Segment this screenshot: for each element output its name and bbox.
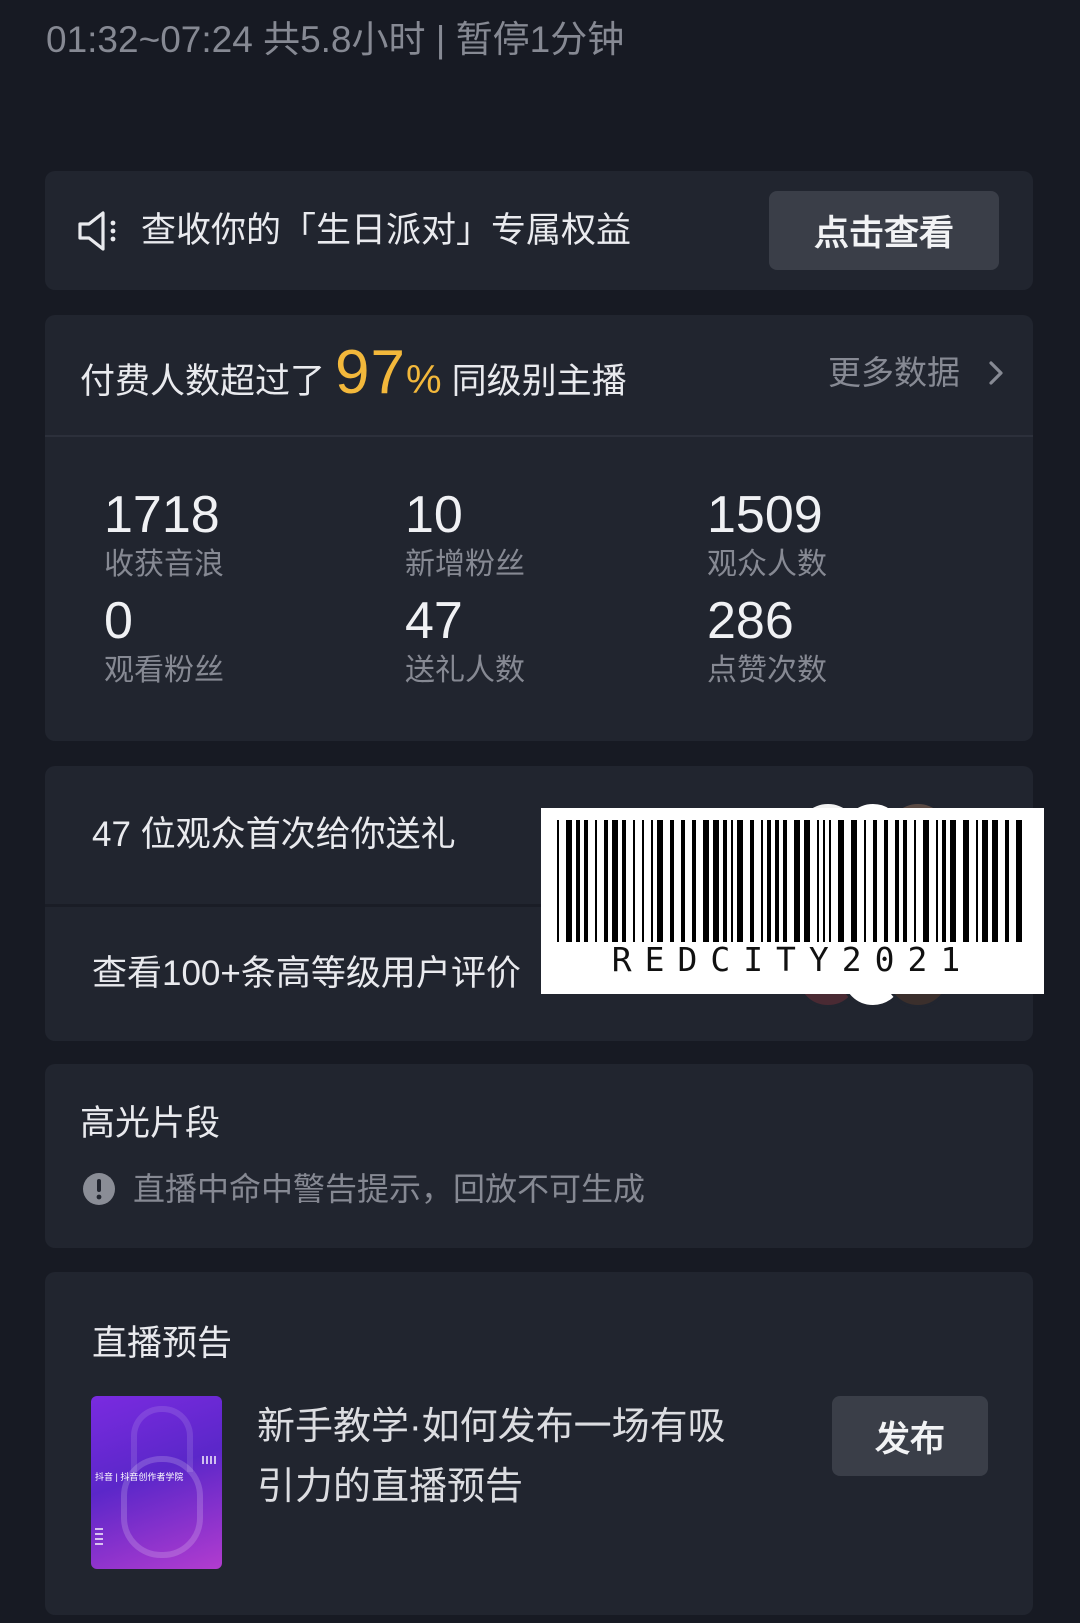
barcode-bar: [817, 820, 819, 942]
stat-label: 送礼人数: [405, 654, 525, 687]
highlights-title: 高光片段: [80, 1104, 221, 1143]
reviews-row[interactable]: 查看100+条高等级用户评价: [92, 951, 521, 997]
first-gift-row[interactable]: 47 位观众首次给你送礼: [92, 812, 456, 858]
barcode-bar: [692, 820, 696, 942]
stat-value: 10: [405, 486, 463, 544]
barcode-bar: [838, 820, 844, 942]
barcode-bar: [731, 820, 733, 942]
replay-warning-text: 直播中命中警告提示，回放不可生成: [133, 1171, 646, 1207]
barcode-bar: [557, 820, 559, 942]
tutorial-thumbnail[interactable]: 抖音 | 抖音创作者学院: [91, 1396, 222, 1569]
highlights-card: 高光片段 直播中命中警告提示，回放不可生成: [45, 1064, 1033, 1248]
barcode-bar: [864, 820, 866, 942]
barcode-bar: [794, 820, 800, 942]
barcode-bar: [584, 820, 588, 942]
barcode-bar: [963, 820, 969, 942]
barcode-bar: [622, 820, 626, 942]
stat-item: 0 观看粉丝: [104, 591, 224, 691]
stat-item: 47 送礼人数: [405, 591, 525, 691]
barcode-bar: [976, 820, 978, 942]
barcode-bar: [914, 820, 916, 942]
barcode-bar: [576, 820, 580, 942]
barcode-bar: [851, 820, 857, 942]
barcode-bar: [823, 820, 825, 942]
barcode-bar: [566, 820, 572, 942]
barcode-bar: [681, 820, 685, 942]
preview-description[interactable]: 新手教学·如何发布一场有吸 引力的直播预告: [257, 1397, 726, 1517]
ranking-suffix: 同级别主播: [451, 362, 627, 401]
thumbnail-decoration: [202, 1456, 216, 1464]
birthday-party-banner[interactable]: 查收你的「生日派对」专属权益 点击查看: [45, 171, 1033, 290]
ranking-percent-value: 97: [335, 338, 406, 407]
barcode-bar: [604, 820, 608, 942]
barcode-bar: [950, 820, 956, 942]
barcode-bar: [942, 820, 946, 942]
barcode-bars: [557, 820, 1022, 942]
barcode-bar: [767, 820, 771, 942]
barcode-bar: [723, 820, 727, 942]
stat-value: 1509: [707, 486, 823, 544]
stat-label: 点赞次数: [707, 654, 827, 687]
ranking-percent-sign: %: [405, 358, 442, 402]
barcode-bar: [713, 820, 719, 942]
barcode-bar: [936, 820, 938, 942]
speaker-icon: [78, 211, 116, 251]
view-benefits-button[interactable]: 点击查看: [769, 191, 999, 270]
stat-value: 286: [707, 592, 794, 650]
barcode-bar: [982, 820, 988, 942]
stat-item: 10 新增粉丝: [405, 485, 525, 585]
stat-label: 观众人数: [707, 548, 827, 581]
barcode-text: REDCITY2021: [611, 940, 974, 979]
barcode-bar: [657, 820, 663, 942]
barcode-bar: [633, 820, 635, 942]
chevron-right-icon[interactable]: [985, 358, 1007, 388]
barcode-bar: [783, 820, 787, 942]
barcode-bar: [750, 820, 754, 942]
barcode-bar: [884, 820, 888, 942]
session-summary: 01:32~07:24 共5.8小时 | 暂停1分钟: [46, 19, 625, 60]
publish-button[interactable]: 发布: [832, 1396, 988, 1476]
barcode-bar: [612, 820, 618, 942]
stat-label: 新增粉丝: [405, 548, 525, 581]
barcode-bar: [895, 820, 899, 942]
thumbnail-decoration: [95, 1528, 103, 1548]
paid-ranking-summary: 付费人数超过了 97 % 同级别主播: [80, 333, 627, 413]
stat-item: 1718 收获音浪: [104, 485, 224, 585]
stat-label: 观看粉丝: [104, 654, 224, 687]
barcode-bar: [595, 820, 597, 942]
banner-text: 查收你的「生日派对」专属权益: [141, 211, 632, 250]
barcode-bar: [992, 820, 998, 942]
exclamation-circle-icon: [83, 1173, 115, 1205]
barcode-bar: [670, 820, 674, 942]
stat-value: 0: [104, 592, 133, 650]
barcode-bar: [923, 820, 929, 942]
barcode-bar: [1016, 820, 1022, 942]
barcode-bar: [651, 820, 653, 942]
barcode-bar: [873, 820, 877, 942]
live-stats-card: 付费人数超过了 97 % 同级别主播 更多数据 1718 收获音浪 10 新增粉…: [45, 315, 1033, 741]
preview-title: 直播预告: [92, 1324, 233, 1363]
preview-description-line: 引力的直播预告: [257, 1466, 524, 1508]
barcode-bar: [903, 820, 907, 942]
barcode-watermark: REDCITY2021: [541, 808, 1044, 994]
section-divider: [45, 435, 1033, 437]
barcode-bar: [642, 820, 644, 942]
more-data-link[interactable]: 更多数据: [828, 351, 960, 395]
stat-value: 1718: [104, 486, 220, 544]
stat-item: 286 点赞次数: [707, 591, 827, 691]
barcode-bar: [737, 820, 743, 942]
ranking-prefix: 付费人数超过了: [80, 362, 326, 401]
thumbnail-logo-text: 抖音 | 抖音创作者学院: [95, 1472, 184, 1482]
preview-description-line: 新手教学·如何发布一场有吸: [257, 1406, 726, 1448]
live-preview-card: 直播预告 抖音 | 抖音创作者学院 新手教学·如何发布一场有吸 引力的直播预告 …: [45, 1272, 1033, 1615]
barcode-bar: [804, 820, 810, 942]
stat-label: 收获音浪: [104, 548, 224, 581]
barcode-bar: [761, 820, 763, 942]
stat-item: 1509 观众人数: [707, 485, 827, 585]
barcode-bar: [829, 820, 831, 942]
barcode-bar: [703, 820, 709, 942]
stat-value: 47: [405, 592, 463, 650]
barcode-bar: [775, 820, 779, 942]
barcode-bar: [1005, 820, 1009, 942]
